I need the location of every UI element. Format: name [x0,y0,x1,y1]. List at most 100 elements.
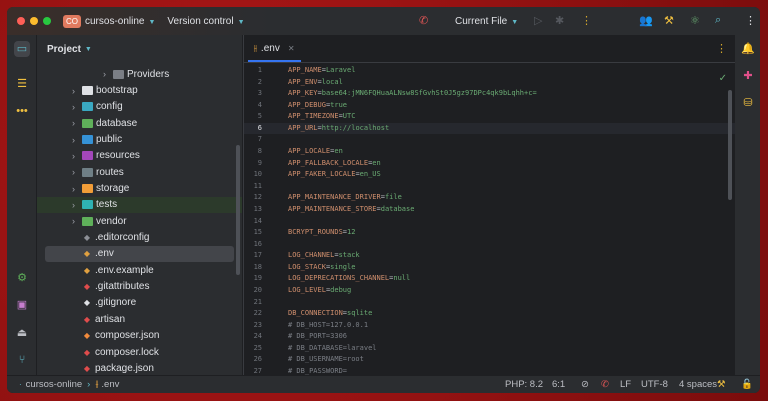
line-text: APP_FAKER_LOCALE=en_US [272,169,381,181]
phone-debug-icon[interactable]: ✆ [419,14,428,27]
line-separator[interactable]: LF [620,379,631,390]
tree-item[interactable]: › tests [37,196,242,214]
tree-item-label: storage [96,183,130,195]
ai-chat-icon[interactable]: ✚ [740,68,756,84]
chevron-right-icon[interactable]: › [72,151,82,161]
tools-icon[interactable]: ⚒ [717,379,726,390]
line-text [272,297,288,309]
title-bar: CO cursos-online ▼ Version control ▼ ✆ Cur… [7,7,760,35]
minimize-window-button[interactable] [30,17,38,25]
code-line: 23 # DB_HOST=127.0.0.1 [244,320,735,332]
chevron-right-icon[interactable]: › [72,184,82,194]
tree-item-label: bootstrap [96,85,138,97]
vcs-label: Version control [167,15,234,27]
chevron-right-icon[interactable]: › [72,216,82,226]
chevron-right-icon[interactable]: › [72,118,82,128]
chevron-right-icon[interactable]: › [103,69,113,79]
main-menu-icon[interactable]: ⋮ [745,14,756,27]
tab-label: .env [260,43,280,54]
notifications-bell-icon[interactable]: 🔔 [740,41,756,57]
file-icon: ◆ [83,282,91,292]
tree-item[interactable]: ◆ .gitattributes [37,278,242,294]
git-branch-icon[interactable]: ⑂ [14,352,30,368]
tree-item[interactable]: › resources [37,148,242,164]
tree-item[interactable]: ◆ .editorconfig [37,229,242,245]
debug-icon[interactable]: ✱ [555,14,564,27]
php-version[interactable]: PHP: 8.2 [505,379,543,390]
ai-assistant-icon[interactable]: ⚛ [690,14,700,27]
tree-item[interactable]: › routes [37,164,242,180]
terminal-icon[interactable]: ▣ [14,297,30,313]
project-tool-icon[interactable]: ▭ [14,41,30,57]
project-switcher[interactable]: cursos-online ▼ [85,16,155,27]
chevron-right-icon[interactable]: › [72,102,82,112]
tab-options-icon[interactable]: ⋮ [716,42,727,55]
env-key: APP_KEY [288,89,318,98]
tools-icon[interactable]: ⚒ [664,14,674,27]
code-line: 19 LOG_DEPRECATIONS_CHANNEL=null [244,273,735,285]
users-icon[interactable]: 👥 [639,14,653,27]
lock-icon[interactable]: 🔓 [741,379,753,390]
chevron-right-icon[interactable]: › [72,200,82,210]
chevron-right-icon[interactable]: › [72,86,82,96]
comment: # DB_PORT=3306 [288,332,348,341]
tree-item[interactable]: ◆ .gitignore [37,295,242,311]
line-number: 10 [253,170,262,179]
project-scrollbar[interactable] [236,145,240,275]
tree-item[interactable]: ◆ artisan [37,311,242,327]
search-icon[interactable]: ⌕ [715,14,721,27]
more-tools-icon[interactable]: ••• [14,103,30,119]
line-number: 26 [253,355,262,364]
code-line: 6 APP_URL=http://localhost [244,122,735,135]
breadcrumb-file[interactable]: .env [101,379,119,390]
close-tab-icon[interactable]: ✕ [288,44,295,53]
indent-setting[interactable]: 4 spaces [679,379,717,390]
chevron-right-icon[interactable]: › [72,135,82,145]
code-line: 2 APP_ENV=local [244,77,735,89]
breadcrumb-project[interactable]: cursos-online [26,379,83,390]
phone-debug-icon[interactable]: ✆ [601,379,609,390]
folder-icon [82,102,93,112]
readonly-toggle-icon[interactable]: ⊘ [581,379,589,390]
tree-item[interactable]: › vendor [37,213,242,229]
line-text: APP_KEY=base64:jMN6FQHuaALNsw8SfGvhSt0J5… [272,88,537,100]
line-text: APP_DEBUG=true [272,100,347,112]
settings-gear-icon[interactable]: ⚙ [14,270,30,286]
tree-item[interactable]: › database [37,115,242,131]
line-number: 3 [257,89,262,98]
database-icon[interactable]: ⛁ [740,95,756,111]
editor-tabs: ⫲ .env ✕ ⋮ [244,35,735,63]
close-window-button[interactable] [17,17,25,25]
maximize-window-button[interactable] [43,17,51,25]
dot-icon: · [19,380,22,389]
vcs-menu[interactable]: Version control ▼ [167,16,244,27]
tab-env[interactable]: ⫲ .env ✕ [244,35,305,62]
comment: # DB_DATABASE=laravel [288,343,377,352]
tree-item[interactable]: › bootstrap [37,82,242,98]
cursor-position[interactable]: 6:1 [552,379,565,390]
env-key: APP_NAME [288,66,322,74]
problems-alarm-icon[interactable]: ⏏ [14,325,30,341]
breadcrumb-separator-icon: › [87,379,91,390]
tree-item[interactable]: ◆ composer.json [37,328,242,344]
tree-item[interactable]: › Providers [37,66,242,82]
tree-item[interactable]: › config [37,99,242,115]
structure-tool-icon[interactable]: ☰ [14,76,30,92]
tree-item[interactable]: ◆ .env.example [37,262,242,278]
tree-item[interactable]: ◆ composer.lock [37,344,242,360]
line-text [272,216,288,228]
chevron-right-icon[interactable]: › [72,167,82,177]
tree-item[interactable]: › storage [37,180,242,196]
run-config-selector[interactable]: Current File ▼ [455,16,518,27]
tree-item[interactable]: ◆ .env [45,245,234,263]
tree-item[interactable]: › public [37,131,242,147]
project-panel-header[interactable]: Project ▼ [37,35,242,63]
editor-scrollbar[interactable] [728,90,732,200]
run-icon[interactable]: ▷ [534,14,542,27]
more-actions-icon[interactable]: ⋮ [581,14,592,27]
file-encoding[interactable]: UTF-8 [641,379,668,390]
env-value: database [380,204,415,213]
project-badge: CO [63,14,81,28]
code-area[interactable]: 1 APP_NAME=Laravel 2 APP_ENV=local 3 APP_KEY=… [244,65,735,378]
status-bar: · cursos-online › ⫲ .env PHP: 8.2 6:1 ⊘ … [7,375,760,393]
